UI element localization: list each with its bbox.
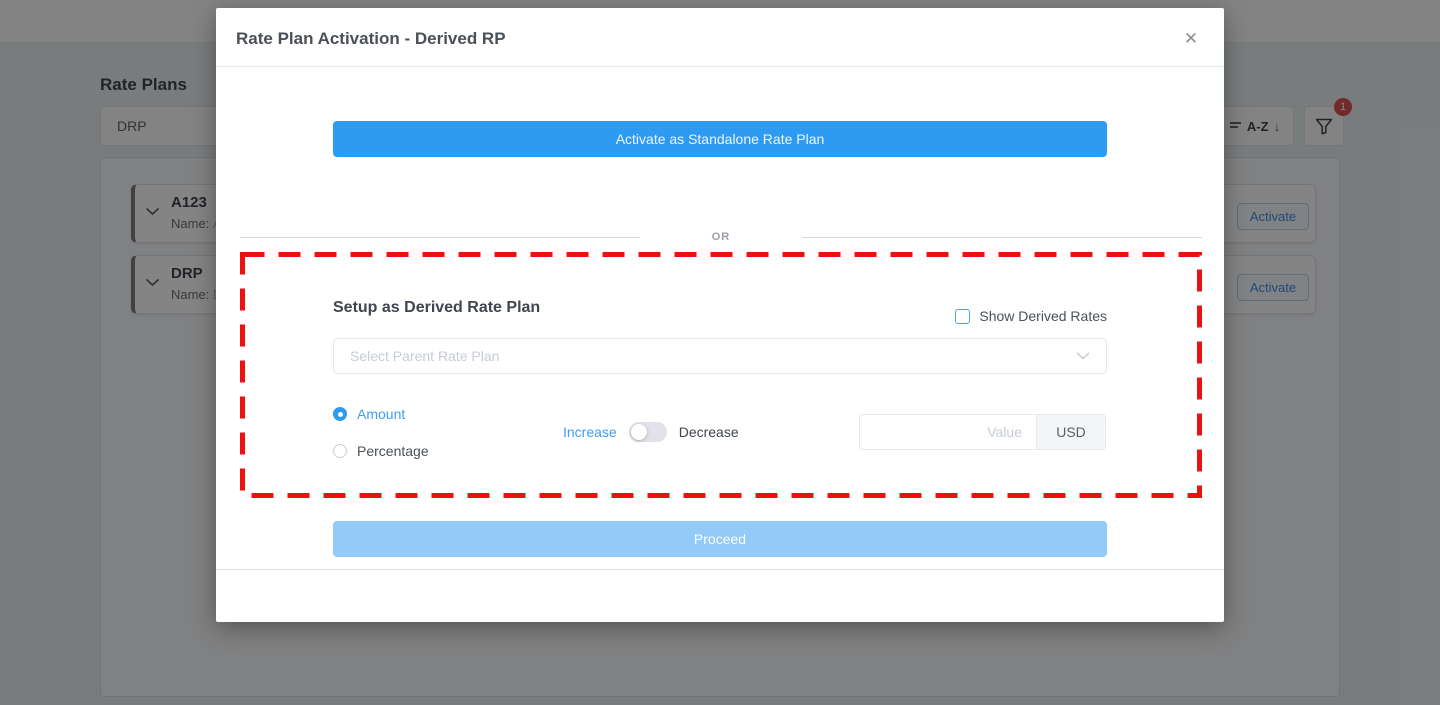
or-divider: OR <box>240 230 1202 244</box>
derived-section-heading: Setup as Derived Rate Plan <box>333 299 540 317</box>
toggle-knob[interactable] <box>631 424 647 440</box>
chevron-down-icon <box>1076 352 1090 360</box>
radio-unselected-icon[interactable] <box>333 444 347 458</box>
value-input-group: USD <box>859 414 1106 450</box>
modal-footer-divider <box>216 569 1224 570</box>
show-derived-rates-checkbox[interactable] <box>955 309 970 324</box>
divider-line <box>240 237 640 238</box>
value-input[interactable] <box>859 414 1037 450</box>
select-placeholder: Select Parent Rate Plan <box>350 348 1076 364</box>
close-icon[interactable]: ✕ <box>1180 28 1202 50</box>
or-divider-label: OR <box>712 231 731 243</box>
rate-plan-activation-modal: Rate Plan Activation - Derived RP ✕ Acti… <box>216 8 1224 622</box>
show-derived-rates-label: Show Derived Rates <box>979 308 1107 324</box>
proceed-button[interactable]: Proceed <box>333 521 1107 557</box>
currency-addon: USD <box>1037 414 1106 450</box>
divider-line <box>802 237 1202 238</box>
increase-decrease-control: Increase Decrease <box>563 422 739 442</box>
activate-standalone-button[interactable]: Activate as Standalone Rate Plan <box>333 121 1107 157</box>
radio-percentage-label: Percentage <box>357 443 429 459</box>
radio-amount[interactable]: Amount <box>333 406 405 422</box>
decrease-label[interactable]: Decrease <box>679 424 739 440</box>
increase-label[interactable]: Increase <box>563 424 617 440</box>
modal-header: Rate Plan Activation - Derived RP ✕ <box>216 8 1224 67</box>
radio-amount-label: Amount <box>357 406 405 422</box>
show-derived-rates-control[interactable]: Show Derived Rates <box>955 308 1107 324</box>
increase-decrease-toggle[interactable] <box>629 422 667 442</box>
radio-selected-icon[interactable] <box>333 407 347 421</box>
modal-title: Rate Plan Activation - Derived RP <box>236 29 506 49</box>
parent-rate-plan-select[interactable]: Select Parent Rate Plan <box>333 338 1107 374</box>
highlight-dashed-rectangle <box>240 252 1202 498</box>
radio-percentage[interactable]: Percentage <box>333 443 429 459</box>
